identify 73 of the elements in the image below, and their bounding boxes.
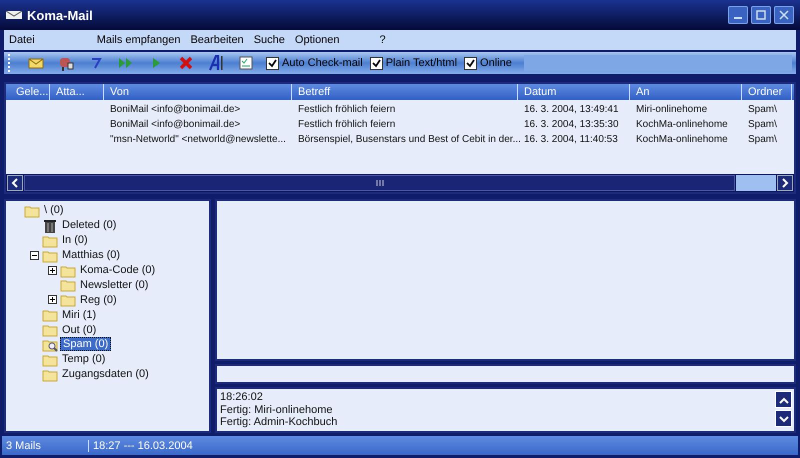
checkbox[interactable] bbox=[266, 56, 279, 70]
table-cell: Festlich fröhlich feiern bbox=[298, 104, 396, 115]
column-header[interactable]: An bbox=[630, 84, 742, 100]
table-cell: 16. 3. 2004, 13:49:41 bbox=[524, 104, 619, 115]
expand-icon[interactable] bbox=[48, 266, 57, 274]
column-header[interactable]: Von bbox=[104, 84, 292, 100]
expand-icon[interactable] bbox=[48, 295, 57, 304]
table-cell: BoniMail <info@bonimail.de> bbox=[110, 119, 240, 130]
chevron-left-icon bbox=[11, 178, 19, 188]
option-checkbox[interactable]: Auto Check-mail bbox=[266, 56, 363, 70]
folder-item[interactable]: Out (0) bbox=[60, 324, 98, 336]
envelope-icon bbox=[6, 10, 22, 20]
menu-item[interactable]: Bearbeiten bbox=[185, 34, 249, 46]
maximize-button[interactable] bbox=[751, 6, 771, 24]
status-text: 3 Mails bbox=[2, 440, 89, 452]
scroll-down-button[interactable] bbox=[775, 410, 792, 427]
table-cell: Börsenspiel, Busenstars und Best of Cebit in der... bbox=[298, 134, 521, 145]
status-text: 18:27 --- 16.03.2004 bbox=[92, 440, 194, 452]
chevron-down-icon bbox=[778, 414, 788, 422]
trash-icon bbox=[42, 218, 58, 233]
table-cell: KochMa-onlinehome bbox=[636, 134, 728, 145]
table-cell: 16. 3. 2004, 11:40:53 bbox=[524, 134, 618, 145]
table-cell: BoniMail <info@bonimail.de> bbox=[110, 104, 240, 115]
column-header[interactable]: Atta... bbox=[50, 84, 104, 100]
minimize-button[interactable] bbox=[728, 6, 748, 24]
folder-item[interactable]: Matthias (0) bbox=[60, 249, 122, 262]
table-cell: Spam\ bbox=[748, 134, 777, 145]
horizontal-scrollbar[interactable] bbox=[6, 174, 794, 192]
table-cell: 16. 3. 2004, 13:35:30 bbox=[524, 119, 619, 130]
collapse-icon[interactable] bbox=[30, 250, 39, 260]
scroll-left-button[interactable] bbox=[7, 175, 23, 191]
checkbox[interactable] bbox=[370, 56, 383, 70]
scroll-up-button[interactable] bbox=[775, 391, 792, 408]
table-cell: "msn-Networld" <networld@newslette... bbox=[110, 134, 286, 145]
maximize-icon bbox=[756, 10, 766, 20]
column-header[interactable]: Gele... bbox=[10, 84, 50, 100]
checkbox[interactable] bbox=[464, 56, 478, 70]
table-cell: KochMa-onlinehome bbox=[636, 119, 728, 130]
window-title: Koma-Mail bbox=[27, 8, 93, 22]
close-icon bbox=[779, 10, 789, 20]
folder-item[interactable]: Koma-Code (0) bbox=[78, 264, 158, 276]
menu-item[interactable]: Suche bbox=[248, 34, 290, 46]
log-line: Fertig: Miri-onlinehome bbox=[220, 404, 334, 416]
menu-item[interactable]: Mails empfangen bbox=[92, 34, 186, 46]
log-line: Fertig: Admin-Kochbuch bbox=[220, 416, 338, 428]
folder-item[interactable]: \ (0) bbox=[42, 204, 66, 216]
table-cell: Spam\ bbox=[748, 119, 777, 130]
minimize-icon bbox=[734, 17, 742, 19]
log-line: 18:26:02 bbox=[220, 391, 264, 404]
option-checkbox[interactable]: Plain Text/html bbox=[370, 56, 458, 70]
column-header[interactable]: Ordner bbox=[742, 84, 792, 100]
menu-item[interactable]: ? bbox=[374, 34, 391, 46]
folder-item[interactable]: Deleted (0) bbox=[60, 219, 118, 232]
folder-item[interactable]: Reg (0) bbox=[78, 294, 119, 306]
scroll-right-button[interactable] bbox=[777, 175, 793, 191]
chevron-right-icon bbox=[781, 178, 789, 188]
table-cell: Spam\ bbox=[748, 104, 777, 115]
close-button[interactable] bbox=[774, 6, 794, 24]
scroll-thumb[interactable] bbox=[24, 175, 735, 191]
folder-item[interactable]: Miri (1) bbox=[60, 308, 98, 321]
folder-item[interactable]: Temp (0) bbox=[60, 353, 108, 366]
folder-item[interactable]: Spam (0) bbox=[60, 337, 112, 352]
table-cell: Festlich fröhlich feiern bbox=[298, 119, 396, 130]
folder-item[interactable]: In (0) bbox=[60, 234, 90, 246]
folder-item[interactable]: Newsletter (0) bbox=[78, 278, 150, 291]
column-header[interactable]: Datum bbox=[518, 84, 630, 100]
option-checkbox[interactable]: Online bbox=[464, 56, 512, 70]
column-header[interactable]: Betreff bbox=[292, 84, 518, 100]
folder-item[interactable]: Zugangsdaten (0) bbox=[60, 368, 151, 380]
chevron-up-icon bbox=[778, 396, 788, 404]
menu-item[interactable]: Datei bbox=[4, 34, 40, 46]
menu-item[interactable]: Optionen bbox=[290, 34, 345, 46]
table-cell: Miri-onlinehome bbox=[636, 104, 708, 115]
